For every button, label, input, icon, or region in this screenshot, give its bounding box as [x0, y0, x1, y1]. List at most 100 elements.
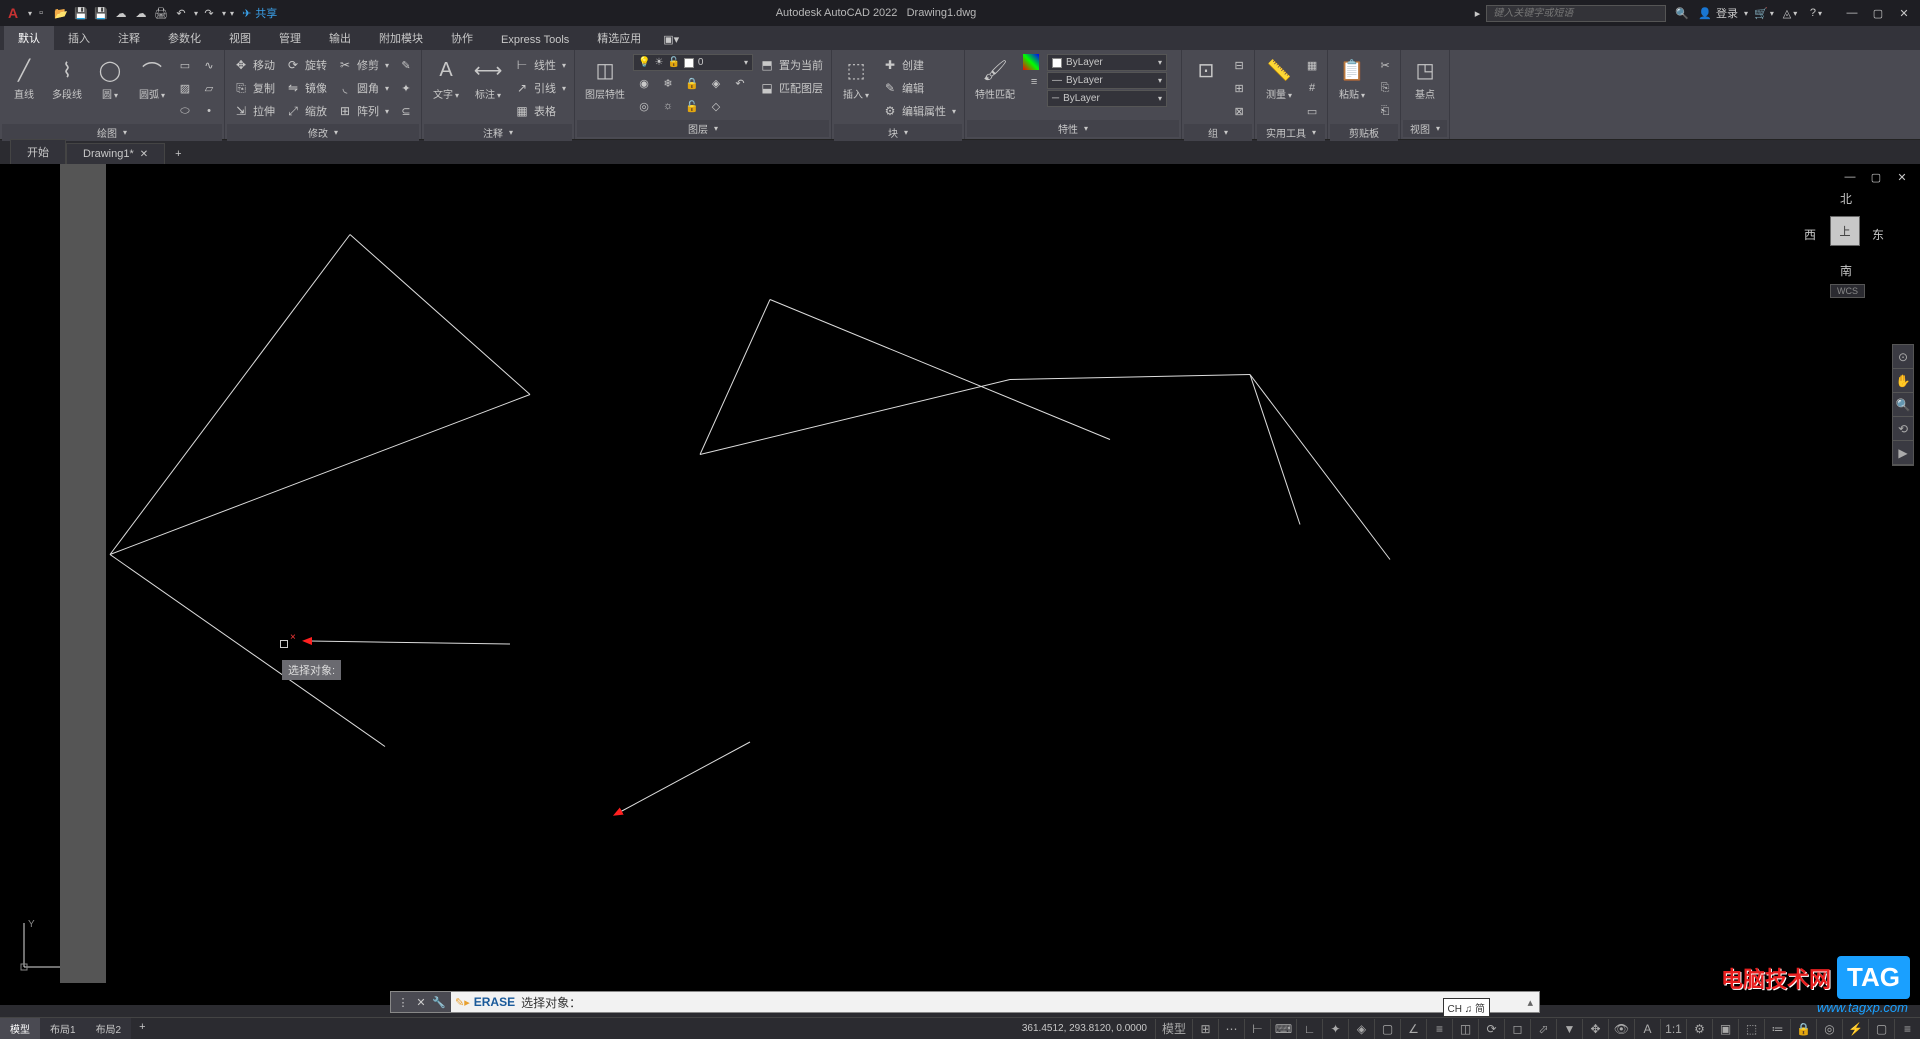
- dyn-ucs-icon[interactable]: ⬀: [1530, 1019, 1556, 1039]
- nav-pan-icon[interactable]: ✋: [1893, 369, 1913, 393]
- count-icon[interactable]: #: [1301, 77, 1323, 99]
- model-space-button[interactable]: 模型: [1155, 1019, 1192, 1039]
- match-props-button[interactable]: 🖌特性匹配: [969, 54, 1021, 103]
- tab-annotate[interactable]: 注释: [104, 26, 154, 50]
- calc-icon[interactable]: ▦: [1301, 54, 1323, 76]
- layer-prev-icon[interactable]: ↶: [729, 72, 751, 94]
- nav-orbit-icon[interactable]: ⟲: [1893, 417, 1913, 441]
- group-button[interactable]: ⊡: [1186, 54, 1226, 86]
- layer-thaw-icon[interactable]: ☼: [657, 95, 679, 117]
- layer-off-icon[interactable]: ◉: [633, 72, 655, 94]
- cart-icon[interactable]: 🛒▾: [1754, 3, 1774, 23]
- lock-ui-icon[interactable]: 🔒: [1790, 1019, 1816, 1039]
- tab-featured[interactable]: 精选应用: [583, 26, 655, 50]
- 3dosnap-icon[interactable]: ◻: [1504, 1019, 1530, 1039]
- web-open-icon[interactable]: ☁: [112, 4, 130, 22]
- nav-wheel-icon[interactable]: ⊙: [1893, 345, 1913, 369]
- insert-block-button[interactable]: ⬚插入▾: [836, 54, 876, 103]
- layer-uniso-icon[interactable]: ◇: [705, 95, 727, 117]
- undo-icon[interactable]: ↶: [172, 4, 190, 22]
- tab-insert[interactable]: 插入: [54, 26, 104, 50]
- nav-showmotion-icon[interactable]: ▶: [1893, 441, 1913, 465]
- save-icon[interactable]: 💾: [72, 4, 90, 22]
- table-button[interactable]: ▦表格: [510, 100, 570, 122]
- set-current-layer-button[interactable]: ⬒置为当前: [755, 54, 827, 76]
- text-button[interactable]: A文字▾: [426, 54, 466, 103]
- edit-block-button[interactable]: ✎编辑: [878, 77, 960, 99]
- undo-dropdown-icon[interactable]: ▾: [194, 9, 198, 18]
- command-recent-dropdown-icon[interactable]: ▴: [1527, 996, 1533, 1009]
- autodesk-app-icon[interactable]: ◬▾: [1780, 3, 1800, 23]
- tab-manage[interactable]: 管理: [265, 26, 315, 50]
- measure-button[interactable]: 📏测量▾: [1259, 54, 1299, 103]
- viewcube-north[interactable]: 北: [1840, 190, 1852, 207]
- edit-attr-button[interactable]: ⚙编辑属性▾: [878, 100, 960, 122]
- new-icon[interactable]: ▫: [32, 4, 50, 22]
- selection-filter-icon[interactable]: ▼: [1556, 1019, 1582, 1039]
- drawing-canvas[interactable]: — ▢ ✕ × 选择对象: 北 西 东 南 上 WCS ⊙ ✋: [0, 164, 1920, 1005]
- view-cube[interactable]: 北 西 东 南 上 WCS: [1800, 184, 1890, 304]
- file-tab-start[interactable]: 开始: [10, 139, 66, 164]
- tab-output[interactable]: 输出: [315, 26, 365, 50]
- mirror-button[interactable]: ⇋镜像: [281, 77, 331, 99]
- search-input[interactable]: [1486, 5, 1666, 22]
- infer-toggle-icon[interactable]: ⊢: [1244, 1019, 1270, 1039]
- line-button[interactable]: ╱直线: [4, 54, 44, 103]
- trim-button[interactable]: ✂修剪▾: [333, 54, 393, 76]
- layer-combo[interactable]: 💡 ☀ 🔓 0 ▾: [633, 54, 753, 71]
- wcs-label[interactable]: WCS: [1830, 284, 1865, 298]
- create-block-button[interactable]: ✚创建: [878, 54, 960, 76]
- layer-lock-btn-icon[interactable]: 🔒: [681, 72, 703, 94]
- share-button[interactable]: ✈ 共享: [242, 5, 277, 21]
- polar-toggle-icon[interactable]: ✦: [1322, 1019, 1348, 1039]
- open-icon[interactable]: 📂: [52, 4, 70, 22]
- group-edit-icon[interactable]: ⊞: [1228, 77, 1250, 99]
- file-tab-add-button[interactable]: +: [165, 144, 191, 164]
- props-color-icon[interactable]: [1023, 54, 1039, 70]
- color-combo[interactable]: ByLayer▾: [1047, 54, 1167, 71]
- grid-toggle-icon[interactable]: ⊞: [1192, 1019, 1218, 1039]
- tab-parametric[interactable]: 参数化: [154, 26, 215, 50]
- hardware-accel-icon[interactable]: ⚡: [1842, 1019, 1868, 1039]
- region-icon[interactable]: ▱: [198, 77, 220, 99]
- annotation-visibility-icon[interactable]: 👁: [1608, 1019, 1634, 1039]
- layout-tab-1[interactable]: 布局1: [40, 1018, 86, 1039]
- layout-tab-model[interactable]: 模型: [0, 1018, 40, 1039]
- erase-icon[interactable]: ✎: [395, 54, 417, 76]
- props-ltype-icon[interactable]: ≡: [1023, 71, 1045, 93]
- layer-iso-icon[interactable]: ◈: [705, 72, 727, 94]
- customize-status-icon[interactable]: ≡: [1894, 1019, 1920, 1039]
- nav-zoom-icon[interactable]: 🔍: [1893, 393, 1913, 417]
- login-button[interactable]: 👤 登录 ▾: [1698, 5, 1748, 21]
- layer-freeze-icon[interactable]: ❄: [657, 72, 679, 94]
- redo-icon[interactable]: ↷: [200, 4, 218, 22]
- explode-icon[interactable]: ✦: [395, 77, 417, 99]
- fillet-button[interactable]: ◟圆角▾: [333, 77, 393, 99]
- ellipse-icon[interactable]: ⬭: [174, 100, 196, 122]
- otrack-toggle-icon[interactable]: ∠: [1400, 1019, 1426, 1039]
- polyline-button[interactable]: ⌇多段线: [46, 54, 88, 103]
- rotate-button[interactable]: ⟳旋转: [281, 54, 331, 76]
- workspace-icon[interactable]: ⚙: [1686, 1019, 1712, 1039]
- snap-toggle-icon[interactable]: ⋯: [1218, 1019, 1244, 1039]
- app-logo-icon[interactable]: A: [4, 4, 22, 22]
- viewcube-east[interactable]: 东: [1872, 226, 1884, 243]
- linetype-combo[interactable]: ─ByLayer▾: [1047, 90, 1167, 107]
- layer-on-icon[interactable]: ◎: [633, 95, 655, 117]
- copy-clip-icon[interactable]: ⎘: [1374, 77, 1396, 99]
- help-icon[interactable]: ?▾: [1806, 3, 1826, 23]
- linear-dim-button[interactable]: ⊢线性▾: [510, 54, 570, 76]
- cmdline-grip-icon[interactable]: ⋮: [395, 994, 411, 1010]
- hatch-icon[interactable]: ▨: [174, 77, 196, 99]
- cmdline-close-icon[interactable]: ✕: [413, 994, 429, 1010]
- units-icon[interactable]: ⬚: [1738, 1019, 1764, 1039]
- paste-button[interactable]: 📋粘贴▾: [1332, 54, 1372, 103]
- lwt-toggle-icon[interactable]: ≡: [1426, 1019, 1452, 1039]
- clean-screen-icon[interactable]: ▢: [1868, 1019, 1894, 1039]
- rect-icon[interactable]: ▭: [174, 54, 196, 76]
- tab-default[interactable]: 默认: [4, 26, 54, 50]
- leader-button[interactable]: ↗引线▾: [510, 77, 570, 99]
- layout-tab-2[interactable]: 布局2: [86, 1018, 132, 1039]
- close-icon[interactable]: ✕: [140, 149, 148, 160]
- stretch-button[interactable]: ⇲拉伸: [229, 100, 279, 122]
